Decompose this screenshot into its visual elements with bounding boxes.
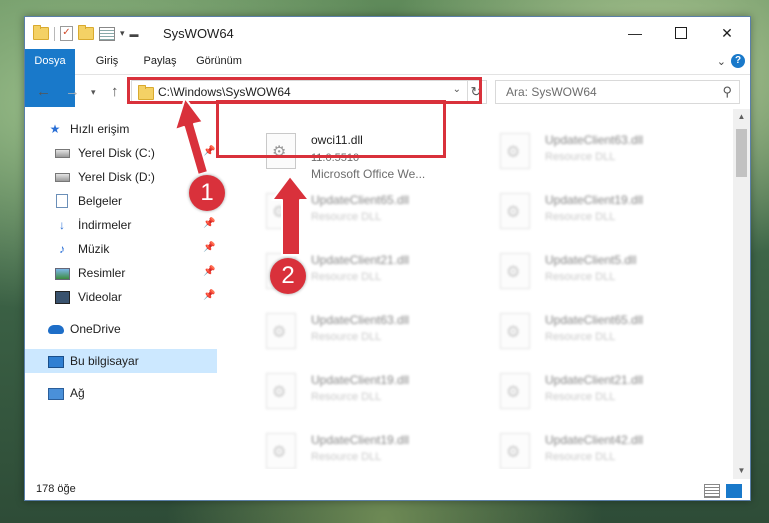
callout-arrows bbox=[174, 97, 310, 256]
callout-badge-1: 1 bbox=[189, 175, 225, 211]
arrow-2-shape bbox=[271, 175, 310, 256]
arrow-1-shape bbox=[174, 97, 209, 176]
callout-badge-2: 2 bbox=[270, 258, 306, 294]
